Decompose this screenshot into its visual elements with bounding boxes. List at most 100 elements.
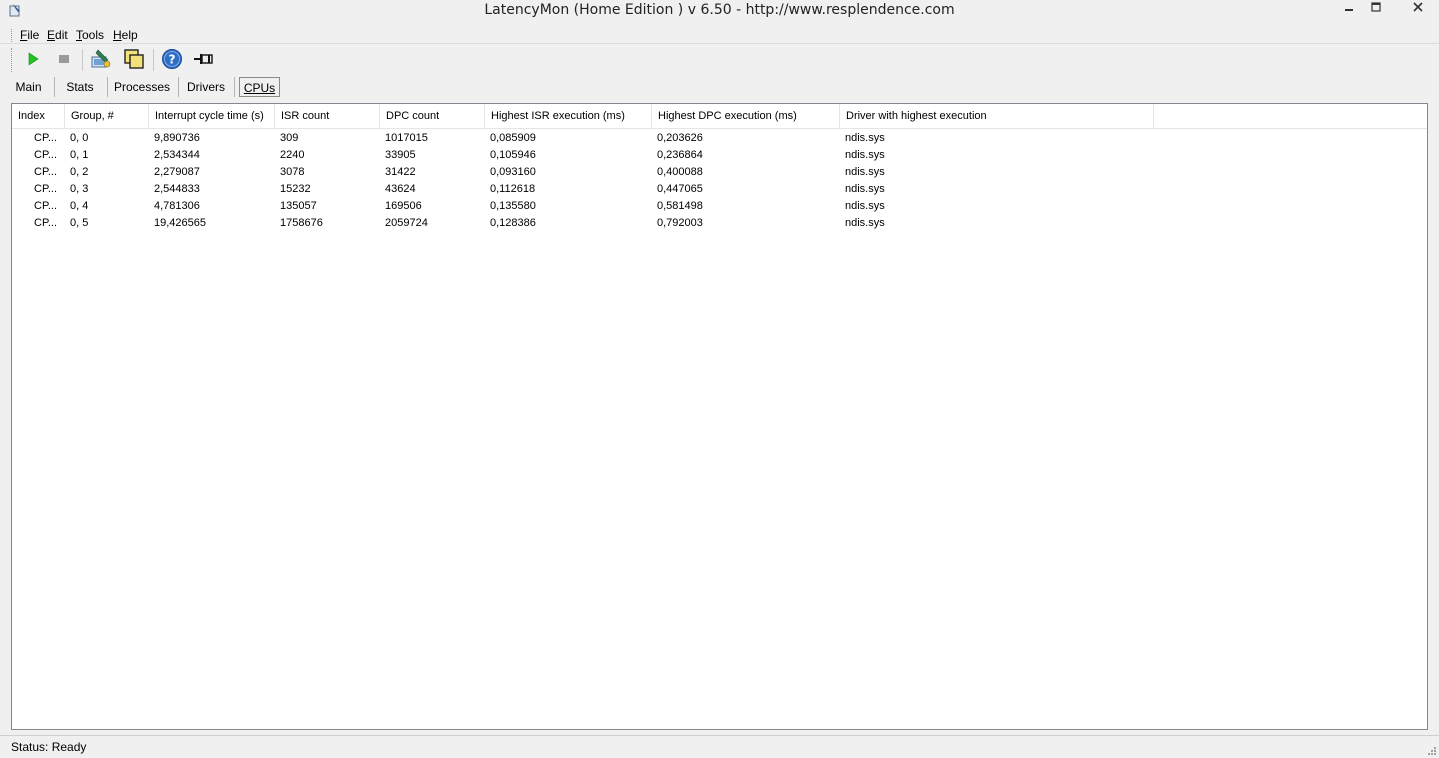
cell-group: 0, 3 [70,183,89,195]
cell-isr-count: 1758676 [280,217,323,229]
cell-group: 0, 0 [70,132,89,144]
cell-highest-dpc: 0,203626 [657,132,703,144]
start-button[interactable] [21,48,45,72]
cell-index: CP... [34,149,58,161]
column-header-highest-isr-execution[interactable]: Highest ISR execution (ms) [485,104,652,129]
cell-highest-isr: 0,135580 [490,200,536,212]
cell-driver: ndis.sys [845,183,885,195]
tab-cpus[interactable]: CPUs [239,77,280,97]
svg-text:?: ? [169,52,176,66]
tab-stats[interactable]: Stats [60,77,100,97]
cell-isr-count: 135057 [280,200,317,212]
tab-separator [178,77,179,97]
cell-dpc-count: 169506 [385,200,422,212]
cell-dpc-count: 2059724 [385,217,428,229]
close-button[interactable] [1397,0,1439,14]
cell-group: 0, 5 [70,217,89,229]
table-row[interactable]: CP... 0, 5 19,426565 1758676 2059724 0,1… [12,215,1427,232]
analyze-button[interactable] [89,48,113,72]
cell-interrupt-cycle-time: 4,781306 [154,200,200,212]
list-rows: CP... 0, 0 9,890736 309 1017015 0,085909… [12,130,1427,232]
windows-button[interactable] [122,48,146,72]
stop-icon [57,52,71,69]
cell-highest-dpc: 0,447065 [657,183,703,195]
status-text: Status: Ready [11,740,87,754]
cell-driver: ndis.sys [845,149,885,161]
table-row[interactable]: CP... 0, 4 4,781306 135057 169506 0,1355… [12,198,1427,215]
toolbar-separator [153,49,154,71]
tab-separator [107,77,108,97]
toolbar-grip[interactable] [11,48,13,72]
cell-driver: ndis.sys [845,200,885,212]
cell-interrupt-cycle-time: 19,426565 [154,217,206,229]
table-row[interactable]: CP... 0, 1 2,534344 2240 33905 0,105946 … [12,147,1427,164]
maximize-button[interactable] [1362,0,1389,14]
cell-highest-isr: 0,112618 [490,183,536,195]
cell-highest-dpc: 0,400088 [657,166,703,178]
resize-grip-icon[interactable] [1427,746,1437,756]
menu-help[interactable]: Help [113,28,138,42]
stop-button[interactable] [52,48,76,72]
help-button[interactable]: ? [160,48,184,72]
cell-isr-count: 2240 [280,149,305,161]
cell-dpc-count: 33905 [385,149,416,161]
cell-driver: ndis.sys [845,166,885,178]
cell-interrupt-cycle-time: 2,544833 [154,183,200,195]
cell-highest-isr: 0,093160 [490,166,536,178]
cell-highest-isr: 0,105946 [490,149,536,161]
cell-driver: ndis.sys [845,132,885,144]
column-header-highest-dpc-execution[interactable]: Highest DPC execution (ms) [652,104,840,129]
cell-dpc-count: 1017015 [385,132,428,144]
cell-index: CP... [34,132,58,144]
tab-drivers[interactable]: Drivers [182,77,230,97]
cell-group: 0, 2 [70,166,89,178]
menu-grip[interactable] [11,29,13,42]
minimize-button[interactable] [1335,0,1362,14]
pin-button[interactable] [192,48,216,72]
tab-separator [234,77,235,97]
window-title: LatencyMon (Home Edition ) v 6.50 - http… [484,2,955,18]
cell-driver: ndis.sys [845,217,885,229]
column-header-driver-highest-execution[interactable]: Driver with highest execution [840,104,1154,129]
windows-icon [123,48,145,73]
menu-file[interactable]: File [20,28,39,42]
cpu-list-view[interactable]: Index Group, # Interrupt cycle time (s) … [11,103,1428,730]
cell-index: CP... [34,166,58,178]
column-header-isr-count[interactable]: ISR count [275,104,380,129]
column-header-group[interactable]: Group, # [65,104,149,129]
tab-separator [54,77,55,97]
column-header-index[interactable]: Index [12,104,65,129]
analyze-icon [90,48,112,73]
tab-main[interactable]: Main [11,77,46,97]
cell-highest-dpc: 0,792003 [657,217,703,229]
pin-icon [193,48,215,73]
table-row[interactable]: CP... 0, 3 2,544833 15232 43624 0,112618… [12,181,1427,198]
column-header-interrupt-cycle-time[interactable]: Interrupt cycle time (s) [149,104,275,129]
tab-processes[interactable]: Processes [112,77,172,97]
table-row[interactable]: CP... 0, 0 9,890736 309 1017015 0,085909… [12,130,1427,147]
help-icon: ? [161,48,183,73]
cell-isr-count: 3078 [280,166,305,178]
table-row[interactable]: CP... 0, 2 2,279087 3078 31422 0,093160 … [12,164,1427,181]
column-header-dpc-count[interactable]: DPC count [380,104,485,129]
menu-edit[interactable]: Edit [47,28,68,42]
cell-highest-dpc: 0,236864 [657,149,703,161]
cell-highest-dpc: 0,581498 [657,200,703,212]
title-bar: LatencyMon (Home Edition ) v 6.50 - http… [0,0,1439,21]
cell-isr-count: 15232 [280,183,311,195]
menu-bar: File Edit Tools Help [0,26,1439,44]
list-header: Index Group, # Interrupt cycle time (s) … [12,104,1427,129]
cell-isr-count: 309 [280,132,299,144]
toolbar-separator [82,49,83,71]
toolbar: ? [0,45,1439,74]
cell-highest-isr: 0,128386 [490,217,536,229]
cell-index: CP... [34,200,58,212]
cell-dpc-count: 43624 [385,183,416,195]
cell-group: 0, 1 [70,149,89,161]
cell-index: CP... [34,183,58,195]
cell-group: 0, 4 [70,200,89,212]
tab-bar: Main Stats Processes Drivers CPUs [0,75,1439,98]
cell-interrupt-cycle-time: 9,890736 [154,132,200,144]
cell-interrupt-cycle-time: 2,279087 [154,166,200,178]
menu-tools[interactable]: Tools [76,28,104,42]
